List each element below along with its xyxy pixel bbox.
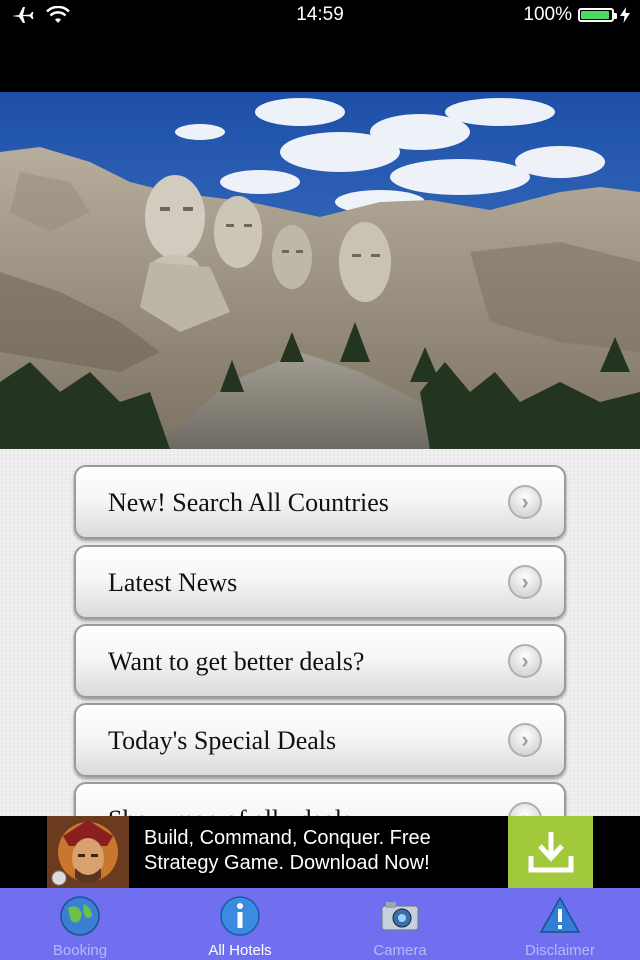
menu-item-label: New! Search All Countries	[108, 488, 389, 517]
status-bar: 14:59 100%	[0, 0, 640, 92]
tab-booking[interactable]: Booking	[0, 888, 160, 960]
chevron-right-icon: ›	[508, 802, 542, 816]
menu-item-search-countries[interactable]: New! Search All Countries ›	[74, 465, 566, 539]
chevron-right-icon: ›	[508, 565, 542, 599]
battery-icon	[578, 8, 617, 22]
tab-label: Disclaimer	[524, 942, 595, 959]
globe-icon	[60, 896, 100, 936]
menu-item-label: Want to get better deals?	[108, 647, 365, 676]
mountain-monument-image	[0, 92, 640, 449]
menu-item-show-map[interactable]: Show map of all ydeals ›	[74, 782, 566, 816]
menu-item-latest-news[interactable]: Latest News ›	[74, 545, 566, 619]
camera-icon	[381, 902, 419, 931]
battery-fill	[581, 11, 609, 19]
menu-item-better-deals[interactable]: Want to get better deals? ›	[74, 624, 566, 698]
download-icon	[528, 832, 573, 873]
menu-item-label: Show map of all ydeals	[108, 784, 352, 816]
ad-game-thumbnail	[47, 816, 129, 888]
chevron-right-icon: ›	[508, 644, 542, 678]
warning-icon	[539, 896, 581, 933]
ad-banner[interactable]: Build, Command, Conquer. Free Strategy G…	[0, 816, 640, 888]
chevron-right-icon: ›	[508, 485, 542, 519]
battery-percent: 100%	[523, 4, 572, 25]
tab-all-hotels[interactable]: All Hotels	[160, 888, 320, 960]
tab-bar: Booking All Hotels Camera Disclaimer	[0, 888, 640, 960]
menu-item-special-deals[interactable]: Today's Special Deals ›	[74, 703, 566, 777]
menu-item-label: Today's Special Deals	[108, 726, 337, 755]
menu-list: New! Search All Countries › Latest News …	[0, 449, 640, 816]
tab-disclaimer[interactable]: Disclaimer	[480, 888, 640, 960]
hero-image	[0, 92, 640, 449]
ad-text: Build, Command, Conquer. Free Strategy G…	[144, 827, 431, 874]
tab-label: Camera	[373, 942, 427, 959]
tab-camera[interactable]: Camera	[320, 888, 480, 960]
info-icon	[220, 896, 260, 936]
chevron-right-icon: ›	[508, 723, 542, 757]
charging-bolt-icon	[620, 7, 630, 23]
ad-download-button[interactable]	[508, 816, 593, 888]
menu-item-label: Latest News	[108, 568, 238, 597]
tab-label: All Hotels	[208, 942, 272, 959]
tab-label: Booking	[52, 942, 108, 959]
status-right: 100%	[523, 4, 630, 26]
